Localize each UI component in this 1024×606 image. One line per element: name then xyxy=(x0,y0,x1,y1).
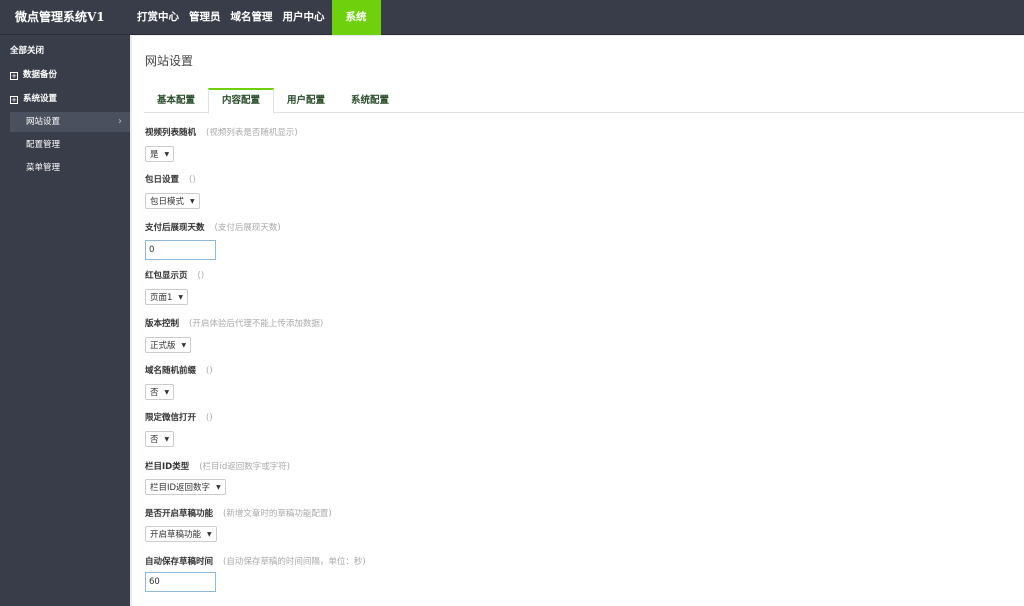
sidebar: 全部关闭 + 数据备份 + 系统设置 网站设置 › 配置管理 菜单管理 xyxy=(0,35,130,606)
field-label-category-id-type: 栏目ID类型 (栏目id返回数字或字符) xyxy=(145,460,290,472)
dropdown-arrow-icon: ▼ xyxy=(164,436,170,443)
top-nav: 打赏中心 管理员 域名管理 用户中心 系统 xyxy=(132,0,381,35)
video-list-random-select[interactable]: 是 ▼ xyxy=(145,146,175,162)
version-control-select[interactable]: 正式版 ▼ xyxy=(145,337,192,353)
sidebar-item-menu-management[interactable]: 菜单管理 xyxy=(10,158,130,178)
dropdown-arrow-icon: ▼ xyxy=(164,389,170,396)
label-text: 版本控制 xyxy=(145,319,180,329)
main-content: 网站设置 基本配置 内容配置 用户配置 系统配置 视频列表随机 (视频列表是否随机… xyxy=(132,36,1024,606)
field-label-autosave-interval: 自动保存草稿时间 (自动保存草稿的时间间隔，单位：秒) xyxy=(145,555,366,567)
field-label-draft-feature: 是否开启草稿功能 (新增文章时的草稿功能配置) xyxy=(145,507,332,519)
dropdown-arrow-icon: ▼ xyxy=(164,151,170,158)
dropdown-arrow-icon: ▼ xyxy=(181,342,187,349)
dropdown-arrow-icon: ▼ xyxy=(190,198,195,205)
display-days-input[interactable]: 0 xyxy=(145,240,216,260)
app-logo: 微点管理系统V1 xyxy=(15,10,105,24)
collapse-all-button[interactable]: 全部关闭 xyxy=(0,44,130,56)
field-label-video-list-random: 视频列表随机 (视频列表是否随机显示) xyxy=(145,126,298,138)
field-hint: () xyxy=(197,271,205,281)
sidebar-item-data-backup[interactable]: + 数据备份 xyxy=(0,68,130,80)
field-hint: () xyxy=(189,175,196,185)
field-hint: (视频列表是否随机显示) xyxy=(206,128,298,138)
wechat-only-select[interactable]: 否 ▼ xyxy=(145,431,175,447)
select-value: 栏目ID返回数字 xyxy=(150,483,211,493)
field-label-version-control: 版本控制 (开启体验后代理不能上传添加数据) xyxy=(145,317,323,329)
expand-plus-icon: + xyxy=(10,72,18,80)
label-text: 栏目ID类型 xyxy=(145,462,190,472)
label-text: 是否开启草稿功能 xyxy=(145,509,214,519)
field-label-display-days: 支付后展现天数 (支付后展现天数) xyxy=(145,221,281,233)
page-title: 网站设置 xyxy=(145,54,194,68)
autosave-interval-input[interactable]: 60 xyxy=(145,572,216,592)
label-text: 域名随机前缀 xyxy=(145,366,197,376)
select-value: 包日模式 xyxy=(150,197,185,207)
field-hint: () xyxy=(206,366,213,376)
domain-random-prefix-select[interactable]: 否 ▼ xyxy=(145,384,175,400)
topnav-system[interactable]: 系统 xyxy=(331,0,381,35)
select-value: 是 xyxy=(150,150,159,160)
select-value: 正式版 xyxy=(150,341,176,351)
label-text: 支付后展现天数 xyxy=(145,223,205,233)
field-hint: (开启体验后代理不能上传添加数据) xyxy=(189,319,324,329)
topnav-user-center[interactable]: 用户中心 xyxy=(278,0,330,35)
dropdown-arrow-icon: ▼ xyxy=(207,531,212,538)
sidebar-item-label: 系统设置 xyxy=(23,94,58,104)
topnav-admin[interactable]: 管理员 xyxy=(184,0,226,35)
label-text: 限定微信打开 xyxy=(145,413,197,423)
expand-plus-icon: + xyxy=(10,96,18,104)
field-hint: (新增文章时的草稿功能配置) xyxy=(223,509,332,519)
field-hint: (栏目id返回数字或字符) xyxy=(199,462,291,472)
sidebar-item-label: 网站设置 xyxy=(26,117,61,127)
sidebar-item-label: 数据备份 xyxy=(23,70,58,80)
sidebar-item-label: 配置管理 xyxy=(26,140,61,150)
select-value: 否 xyxy=(150,435,159,445)
label-text: 视频列表随机 xyxy=(145,128,197,138)
draft-feature-select[interactable]: 开启草稿功能 ▼ xyxy=(145,526,217,542)
sidebar-item-system-settings[interactable]: + 系统设置 xyxy=(0,92,130,104)
category-id-type-select[interactable]: 栏目ID返回数字 ▼ xyxy=(145,479,226,495)
field-label-daily-package: 包日设置 () xyxy=(145,173,196,185)
field-hint: (支付后展现天数) xyxy=(214,223,281,233)
label-text: 包日设置 xyxy=(145,175,180,185)
red-packet-page-select[interactable]: 页面1 ▼ xyxy=(145,289,189,305)
sidebar-item-config-management[interactable]: 配置管理 xyxy=(10,135,130,155)
select-value: 开启草稿功能 xyxy=(150,530,202,540)
field-hint: (自动保存草稿的时间间隔，单位：秒) xyxy=(223,557,366,567)
chevron-right-icon: › xyxy=(118,116,122,127)
field-label-wechat-only: 限定微信打开 () xyxy=(145,411,213,423)
sidebar-item-site-settings[interactable]: 网站设置 › xyxy=(10,112,130,132)
tab-basic-config[interactable]: 基本配置 xyxy=(144,88,208,113)
topnav-reward-center[interactable]: 打赏中心 xyxy=(132,0,184,35)
label-text: 红包显示页 xyxy=(145,271,188,281)
tab-user-config[interactable]: 用户配置 xyxy=(274,88,338,113)
field-label-red-packet-page: 红包显示页 () xyxy=(145,269,204,281)
select-value: 页面1 xyxy=(150,293,173,303)
top-bar: 微点管理系统V1 打赏中心 管理员 域名管理 用户中心 系统 xyxy=(0,0,1024,35)
dropdown-arrow-icon: ▼ xyxy=(178,294,184,301)
dropdown-arrow-icon: ▼ xyxy=(216,484,221,491)
tab-system-config[interactable]: 系统配置 xyxy=(338,88,402,113)
label-text: 自动保存草稿时间 xyxy=(145,557,214,567)
daily-package-select[interactable]: 包日模式 ▼ xyxy=(145,193,200,209)
select-value: 否 xyxy=(150,388,159,398)
sidebar-item-label: 菜单管理 xyxy=(26,163,61,173)
topnav-domain-management[interactable]: 域名管理 xyxy=(226,0,278,35)
field-label-domain-random-prefix: 域名随机前缀 () xyxy=(145,364,213,376)
settings-tabs: 基本配置 内容配置 用户配置 系统配置 xyxy=(144,88,1024,114)
tab-content-config[interactable]: 内容配置 xyxy=(208,88,275,114)
field-hint: () xyxy=(206,413,213,423)
